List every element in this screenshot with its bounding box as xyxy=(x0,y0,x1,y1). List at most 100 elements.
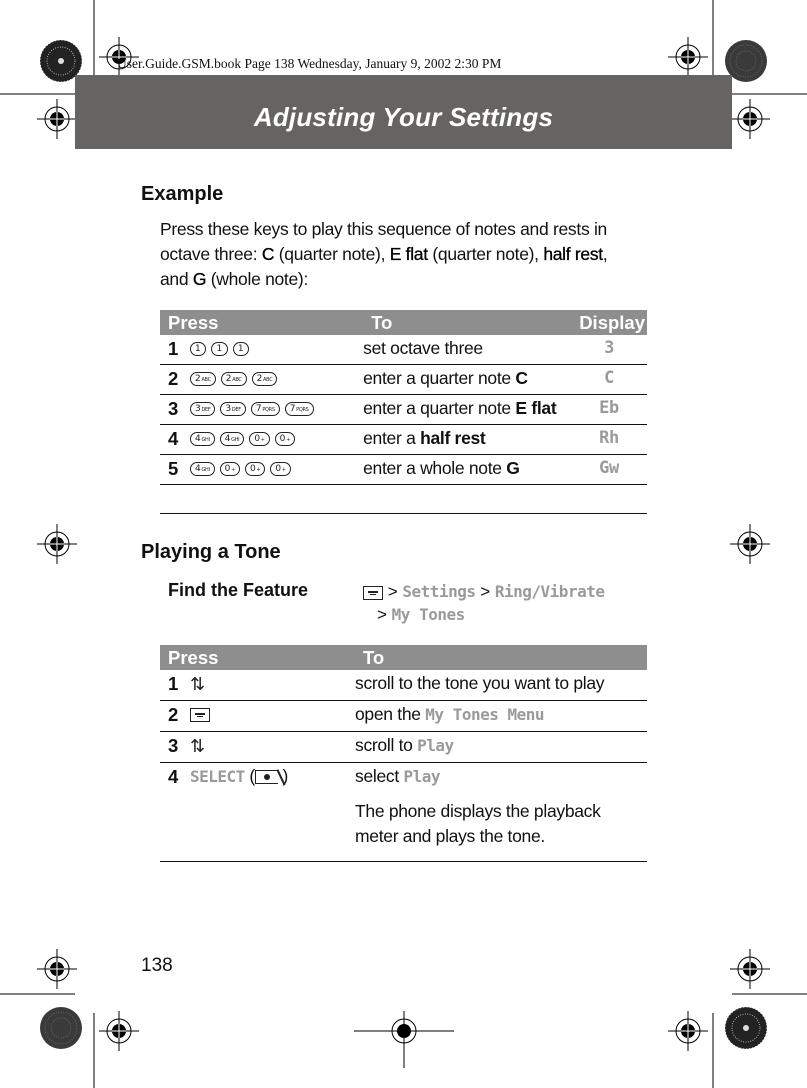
table-row: 2 2ABC 2ABC 2ABC enter a quarter note CC xyxy=(160,364,647,395)
key-digit: 4 xyxy=(195,464,201,475)
action-text: enter a xyxy=(363,428,421,448)
key-letters: PQRS xyxy=(262,407,275,414)
step-number: 1 xyxy=(160,335,190,365)
path-separator: > xyxy=(377,605,387,624)
action-text: enter a whole note xyxy=(363,458,507,478)
keypad-key-0-icon: 0+ xyxy=(270,462,291,477)
action-emphasis: C xyxy=(515,368,528,388)
action-text: open the xyxy=(355,704,426,724)
step-keys: ⇅ xyxy=(190,731,355,763)
action-display-text: Play xyxy=(403,767,441,786)
key-letters: GHI xyxy=(201,467,210,474)
key-digit: 4 xyxy=(195,434,201,445)
key-letters: ABC xyxy=(263,377,273,384)
table-row: 1 ⇅ scroll to the tone you want to play xyxy=(160,670,647,701)
key-letters: + xyxy=(281,467,286,474)
step-keys: 2ABC 2ABC 2ABC xyxy=(190,364,364,395)
step-action: enter a quarter note E flat xyxy=(363,394,572,425)
table-row: 1 1 1 1 set octave three 3 xyxy=(160,335,647,365)
path-separator: > xyxy=(387,582,398,601)
book-info-slug: User.Guide.GSM.book Page 138 Wednesday, … xyxy=(117,56,502,71)
step-action: scroll to the tone you want to play xyxy=(355,670,647,701)
keypad-key-2-icon: 2ABC xyxy=(190,372,216,387)
key-letters: + xyxy=(286,437,290,444)
note-c: C xyxy=(261,244,275,264)
key-letters: ABC xyxy=(232,377,242,384)
keypad-key-3-icon: 3DEF xyxy=(190,402,216,417)
step-number: 2 xyxy=(160,700,190,732)
path-my-tones: My Tones xyxy=(391,605,466,624)
step-action: select Play The phone displays the playba… xyxy=(355,762,647,862)
key-digit: 1 xyxy=(216,344,222,355)
path-settings: Settings xyxy=(402,582,476,601)
note-g: G xyxy=(192,269,207,289)
key-letters: + xyxy=(260,437,265,444)
key-letters: ABC xyxy=(201,377,211,384)
keypad-key-0-icon: 0+ xyxy=(249,432,270,447)
col-header-to: To xyxy=(355,645,647,670)
chapter-header: Adjusting Your Settings xyxy=(75,75,732,149)
keypad-key-3-icon: 3DEF xyxy=(220,402,246,417)
intro-text: (quarter note), xyxy=(274,244,390,264)
table-row: 2 open the My Tones Menu xyxy=(160,700,647,732)
key-letters: GHI xyxy=(201,437,210,444)
step-display: Gw xyxy=(571,454,647,485)
action-emphasis: E flat xyxy=(515,398,557,418)
keypad-key-4-icon: 4GHI xyxy=(190,432,215,447)
key-digit: 0 xyxy=(224,464,231,475)
key-letters: DEF xyxy=(231,407,241,414)
action-emphasis: G xyxy=(506,458,520,478)
key-letters: + xyxy=(231,467,235,474)
keypad-key-0-icon: 0+ xyxy=(219,462,240,477)
keypad-key-4-icon: 4GHI xyxy=(190,462,215,477)
step-number: 3 xyxy=(160,394,190,425)
step-keys: ⇅ xyxy=(190,670,355,701)
table-row: 3 ⇅ scroll to Play xyxy=(160,731,647,763)
table-row: 4 4GHI 4GHI 0+ 0+ enter a half rest Rh xyxy=(160,424,647,455)
action-display-text: My Tones Menu xyxy=(425,705,545,724)
key-digit: 0 xyxy=(275,464,281,475)
table-row: 4 SELECT ( ) select Play The phone displays… xyxy=(160,762,647,862)
keypad-key-0-icon: 0+ xyxy=(274,432,295,447)
key-digit: 1 xyxy=(237,344,244,355)
table-header-row: Press To Display xyxy=(160,310,647,335)
example-steps-table: Press To Display 1 1 1 1 set octave three 3 2 2… xyxy=(160,310,647,485)
action-text: set octave three xyxy=(363,338,483,358)
playing-heading: Playing a Tone xyxy=(141,541,281,563)
step-display: 3 xyxy=(571,335,647,365)
col-header-to: To xyxy=(363,310,572,335)
key-digit: 7 xyxy=(289,404,296,415)
step-display: C xyxy=(571,364,647,395)
table-row: 3 3DEF 3DEF 7PQRS 7PQRS enter a quarter note … xyxy=(160,394,647,425)
col-header-press: Press xyxy=(160,645,355,670)
key-digit: 2 xyxy=(256,374,263,385)
step-number: 2 xyxy=(160,364,190,395)
action-text: select xyxy=(355,766,404,786)
note-half-rest: half rest xyxy=(543,244,603,264)
key-letters: GHI xyxy=(231,437,240,444)
step-action: enter a quarter note C xyxy=(363,364,572,395)
step-action: open the My Tones Menu xyxy=(355,700,647,732)
key-digit: 4 xyxy=(224,434,231,445)
scroll-key-icon: ⇅ xyxy=(190,674,205,695)
scroll-key-icon: ⇅ xyxy=(190,736,205,757)
step-keys xyxy=(190,700,355,732)
col-header-display: Display xyxy=(571,310,647,335)
key-letters: DEF xyxy=(201,407,211,414)
step-keys: 1 1 1 xyxy=(190,335,364,365)
step-number: 4 xyxy=(160,762,190,862)
example-intro: Press these keys to play this sequence o… xyxy=(160,217,630,292)
action-text: scroll to xyxy=(355,735,418,755)
step-action: enter a whole note G xyxy=(363,454,572,485)
key-digit: 7 xyxy=(255,404,262,415)
step-keys: 4GHI 4GHI 0+ 0+ xyxy=(190,424,364,455)
keypad-key-0-icon: 0+ xyxy=(244,462,266,477)
playing-steps-table: Press To 1 ⇅ scroll to the tone you want t… xyxy=(160,645,647,862)
key-digit: 1 xyxy=(195,344,201,355)
step-keys: 4GHI 0+ 0+ 0+ xyxy=(190,454,364,485)
key-digit: 2 xyxy=(195,374,201,385)
table-end-rule xyxy=(160,513,647,514)
keypad-key-1-icon: 1 xyxy=(211,342,228,357)
right-softkey-icon xyxy=(254,770,278,785)
step-number: 3 xyxy=(160,731,190,763)
